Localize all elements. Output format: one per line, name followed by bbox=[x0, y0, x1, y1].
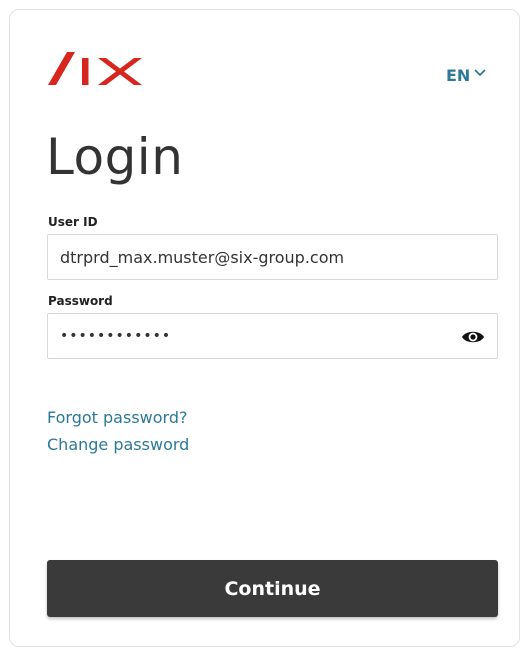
language-label: EN bbox=[446, 66, 471, 85]
user-id-field[interactable] bbox=[47, 234, 498, 280]
language-selector[interactable]: EN bbox=[446, 66, 486, 85]
chevron-down-icon bbox=[474, 68, 486, 76]
password-input[interactable] bbox=[48, 314, 497, 358]
login-card: EN Login User ID Password Forgot passwor… bbox=[9, 9, 520, 647]
forgot-password-link[interactable]: Forgot password? bbox=[47, 408, 187, 427]
eye-icon[interactable] bbox=[461, 328, 485, 346]
continue-button[interactable]: Continue bbox=[47, 560, 498, 617]
password-field[interactable] bbox=[47, 313, 498, 359]
change-password-link[interactable]: Change password bbox=[47, 435, 189, 454]
user-id-input[interactable] bbox=[48, 235, 497, 279]
six-logo bbox=[48, 52, 142, 85]
user-id-label: User ID bbox=[48, 215, 98, 229]
password-label: Password bbox=[48, 294, 113, 308]
page-title: Login bbox=[46, 128, 184, 186]
